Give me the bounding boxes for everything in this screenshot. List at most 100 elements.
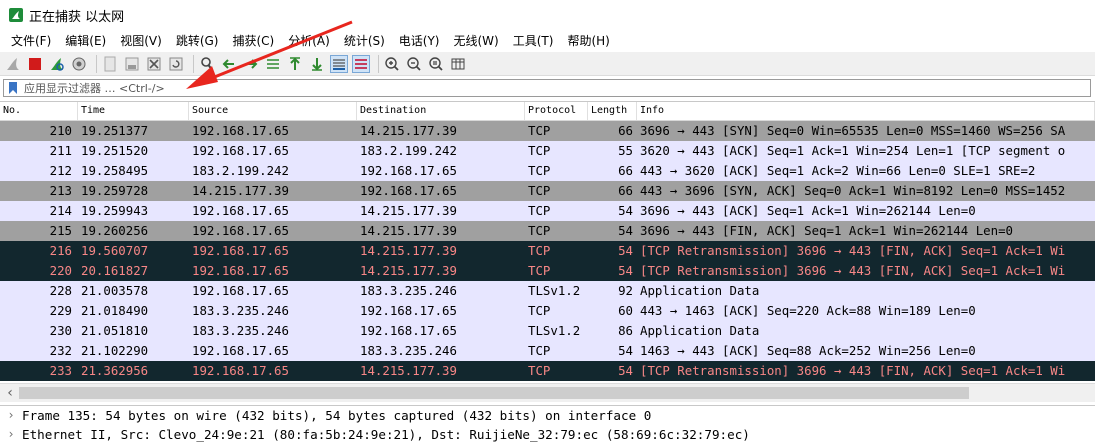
cell-length: 54	[618, 243, 633, 258]
go-last-icon[interactable]	[308, 55, 326, 73]
menu-item[interactable]: 统计(S)	[337, 30, 392, 52]
find-packet-icon[interactable]	[198, 55, 216, 73]
col-header-protocol[interactable]: Protocol	[525, 102, 588, 120]
menu-item[interactable]: 视图(V)	[113, 30, 169, 52]
cell-length: 66	[618, 123, 633, 138]
save-file-icon[interactable]	[123, 55, 141, 73]
cell-info: 443 → 3696 [SYN, ACK] Seq=0 Ack=1 Win=81…	[640, 183, 1066, 198]
table-row[interactable]: 220 20.161827 192.168.17.65 14.215.177.39 TC…	[0, 261, 1095, 281]
cell-protocol: TCP	[528, 163, 551, 178]
col-header-length[interactable]: Length	[588, 102, 637, 120]
cell-info: 443 → 3620 [ACK] Seq=1 Ack=2 Win=66 Len=…	[640, 163, 1036, 178]
cell-info: 443 → 1463 [ACK] Seq=220 Ack=88 Win=189 …	[640, 303, 976, 318]
col-header-destination[interactable]: Destination	[357, 102, 525, 120]
open-file-icon[interactable]	[101, 55, 119, 73]
go-to-packet-icon[interactable]	[264, 55, 282, 73]
cell-no: 229	[49, 303, 72, 318]
cell-time: 21.362956	[81, 363, 149, 378]
cell-info: [TCP Retransmission] 3696 → 443 [FIN, AC…	[640, 243, 1066, 258]
table-row[interactable]: 216 19.560707 192.168.17.65 14.215.177.39 TC…	[0, 241, 1095, 261]
expand-chevron-icon[interactable]: ›	[0, 425, 22, 444]
table-row[interactable]: 211 19.251520 192.168.17.65 183.2.199.242 TC…	[0, 141, 1095, 161]
cell-destination: 192.168.17.65	[360, 323, 457, 338]
cell-destination: 14.215.177.39	[360, 263, 457, 278]
menu-item[interactable]: 电话(Y)	[392, 30, 447, 52]
cell-info: [TCP Retransmission] 3696 → 443 [FIN, AC…	[640, 363, 1066, 378]
cell-protocol: TCP	[528, 183, 551, 198]
col-header-no[interactable]: No.	[0, 102, 78, 120]
table-row[interactable]: 230 21.051810 183.3.235.246 192.168.17.65 TL…	[0, 321, 1095, 341]
cell-info: Application Data	[640, 283, 760, 298]
autoscroll-icon[interactable]	[330, 54, 348, 73]
table-row[interactable]: 215 19.260256 192.168.17.65 14.215.177.39 TC…	[0, 221, 1095, 241]
cell-time: 19.259728	[81, 183, 149, 198]
table-row[interactable]: 232 21.102290 192.168.17.65 183.3.235.246 TC…	[0, 341, 1095, 361]
cell-protocol: TCP	[528, 203, 551, 218]
menu-item[interactable]: 捕获(C)	[225, 30, 281, 52]
zoom-reset-icon[interactable]	[427, 55, 445, 73]
detail-tree-item[interactable]: › Ethernet II, Src: Clevo_24:9e:21 (80:fa…	[0, 425, 1095, 444]
cell-length: 54	[618, 203, 633, 218]
cell-protocol: TLSv1.2	[528, 323, 581, 338]
cell-length: 92	[618, 283, 633, 298]
table-row[interactable]: 229 21.018490 183.3.235.246 192.168.17.65 TC…	[0, 301, 1095, 321]
zoom-out-icon[interactable]	[405, 55, 423, 73]
cell-no: 228	[49, 283, 72, 298]
packet-details: › Frame 135: 54 bytes on wire (432 bits),…	[0, 405, 1095, 444]
cell-protocol: TLSv1.2	[528, 283, 581, 298]
table-row[interactable]: 213 19.259728 14.215.177.39 192.168.17.65 TC…	[0, 181, 1095, 201]
col-header-info[interactable]: Info	[637, 102, 1095, 120]
expand-chevron-icon[interactable]: ›	[0, 406, 22, 425]
menu-item[interactable]: 分析(A)	[281, 30, 337, 52]
cell-info: Application Data	[640, 323, 760, 338]
cell-protocol: TCP	[528, 303, 551, 318]
table-row[interactable]: 210 19.251377 192.168.17.65 14.215.177.39 TC…	[0, 121, 1095, 141]
cell-time: 19.251520	[81, 143, 149, 158]
packet-list-header: No. Time Source Destination Protocol Length In…	[0, 102, 1095, 121]
go-back-icon[interactable]	[220, 55, 238, 73]
horizontal-scrollbar[interactable]: ‹	[0, 383, 1095, 402]
table-row[interactable]: 212 19.258495 183.2.199.242 192.168.17.65 TC…	[0, 161, 1095, 181]
close-file-icon[interactable]	[145, 55, 163, 73]
restart-fin-icon[interactable]	[48, 55, 66, 73]
scroll-left-arrow-icon[interactable]: ‹	[3, 384, 17, 402]
menu-item[interactable]: 编辑(E)	[58, 30, 113, 52]
shark-fin-start-icon[interactable]	[4, 55, 22, 73]
cell-info: 1463 → 443 [ACK] Seq=88 Ack=252 Win=256 …	[640, 343, 976, 358]
detail-tree-item[interactable]: › Frame 135: 54 bytes on wire (432 bits),…	[0, 406, 1095, 425]
reload-icon[interactable]	[167, 55, 185, 73]
cell-destination: 192.168.17.65	[360, 303, 457, 318]
display-filter-input[interactable]	[24, 81, 1084, 95]
scrollbar-thumb[interactable]	[19, 387, 969, 399]
col-header-time[interactable]: Time	[78, 102, 189, 120]
menu-item[interactable]: 跳转(G)	[169, 30, 226, 52]
menu-item[interactable]: 帮助(H)	[560, 30, 616, 52]
colorize-icon[interactable]	[352, 54, 370, 73]
cell-time: 21.051810	[81, 323, 149, 338]
go-first-icon[interactable]	[286, 55, 304, 73]
table-row[interactable]: 228 21.003578 192.168.17.65 183.3.235.246 TL…	[0, 281, 1095, 301]
display-filter-bar	[3, 79, 1091, 97]
cell-no: 232	[49, 343, 72, 358]
options-gear-icon[interactable]	[70, 55, 88, 73]
menu-item[interactable]: 工具(T)	[506, 30, 561, 52]
window-title: 正在捕获 以太网	[29, 9, 125, 25]
go-forward-icon[interactable]	[242, 55, 260, 73]
cell-no: 213	[49, 183, 72, 198]
col-header-source[interactable]: Source	[189, 102, 357, 120]
menu-item[interactable]: 无线(W)	[447, 30, 506, 52]
zoom-in-icon[interactable]	[383, 55, 401, 73]
detail-text: Ethernet II, Src: Clevo_24:9e:21 (80:fa:…	[22, 427, 750, 442]
menu-bar: 文件(F) 编辑(E) 视图(V) 跳转(G) 捕获(C) 分析(A) 统计(S) 电话(Y)…	[0, 30, 1095, 52]
cell-destination: 14.215.177.39	[360, 243, 457, 258]
detail-text: Frame 135: 54 bytes on wire (432 bits), …	[22, 408, 652, 423]
table-row[interactable]: 214 19.259943 192.168.17.65 14.215.177.39 TC…	[0, 201, 1095, 221]
table-row[interactable]: 233 21.362956 192.168.17.65 14.215.177.39 TC…	[0, 361, 1095, 381]
cell-protocol: TCP	[528, 243, 551, 258]
bookmark-icon[interactable]	[8, 82, 18, 94]
menu-item[interactable]: 文件(F)	[4, 30, 58, 52]
cell-source: 192.168.17.65	[192, 363, 289, 378]
stop-square-icon[interactable]	[26, 55, 44, 73]
resize-columns-icon[interactable]	[449, 55, 467, 73]
cell-info: 3696 → 443 [ACK] Seq=1 Ack=1 Win=262144 …	[640, 203, 976, 218]
